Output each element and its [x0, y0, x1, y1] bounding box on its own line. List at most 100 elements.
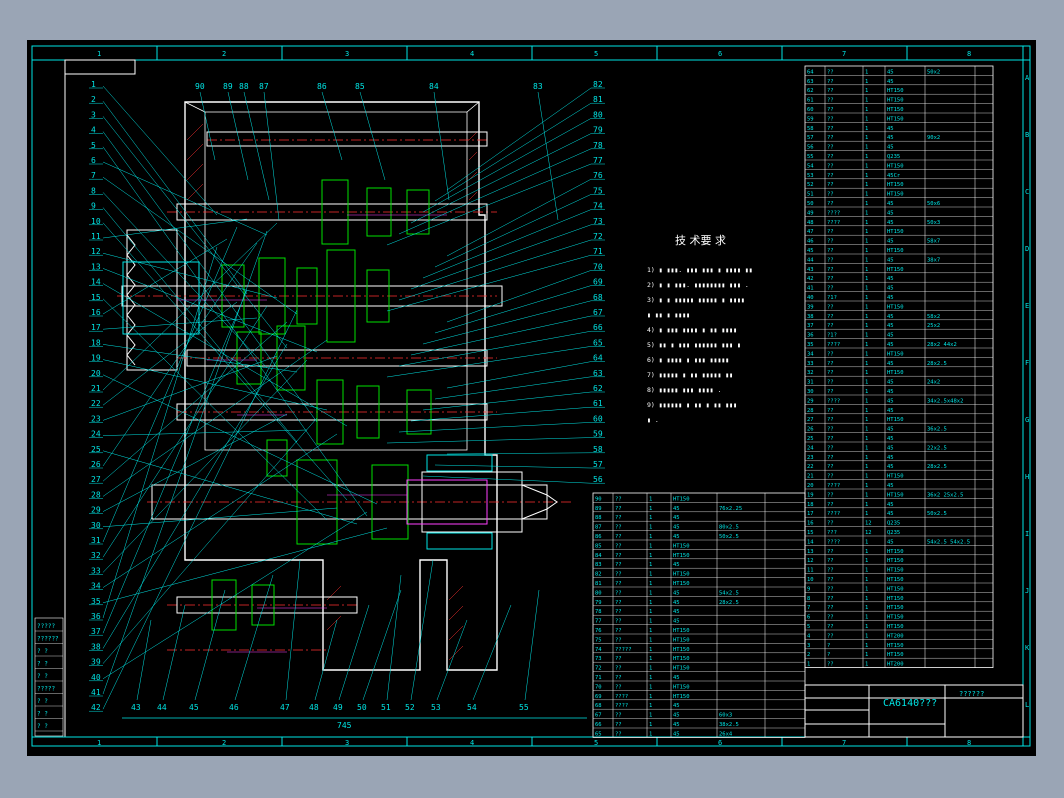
balloon-label: 15: [91, 293, 101, 302]
bom-cell-qty: 1: [649, 609, 652, 615]
bom-cell-note: 34x2.5x48x2: [927, 398, 963, 404]
bom-cell-qty: 1: [865, 69, 868, 75]
bom-cell-mat: HT150: [887, 267, 904, 273]
bom-cell-no: 41: [807, 286, 814, 292]
bom-cell-mat: HT150: [887, 98, 904, 104]
bom-cell-mat: HT150: [887, 116, 904, 122]
bom-cell-name: ????: [615, 703, 628, 709]
bom-cell-no: 58: [807, 126, 814, 132]
bom-cell-name: ??: [827, 107, 834, 113]
leader-line: [102, 218, 248, 239]
leader-line: [136, 619, 152, 701]
leader-line: [386, 574, 402, 701]
leader-line: [386, 254, 592, 312]
bom-cell-mat: HT150: [673, 694, 690, 700]
balloon-label: 58: [593, 445, 603, 454]
bom-cell-qty: 1: [649, 572, 652, 578]
bom-cell-qty: 1: [865, 79, 868, 85]
bom-cell-qty: 1: [649, 628, 652, 634]
left-revision-stamp: ??????????? ? ? ? ? ? ?????? ? ? ? ? ? ?: [34, 617, 64, 737]
bom-cell-qty: 1: [865, 380, 868, 386]
gears: [211, 179, 432, 631]
bom-cell-mat: 45: [887, 361, 894, 367]
bom-cell-no: 84: [595, 553, 602, 559]
leader-line: [434, 464, 592, 469]
leader-line: [446, 87, 592, 191]
bom-cell-qty: 1: [865, 427, 868, 433]
bom-cell-mat: 45: [887, 389, 894, 395]
zone-row-label: K: [1025, 644, 1030, 652]
balloon-label: 35: [91, 597, 101, 606]
balloon-label: 27: [91, 475, 101, 484]
balloon-label: 7: [91, 171, 96, 180]
bom-cell-mat: HT150: [887, 558, 904, 564]
bom-cell-no: 57: [807, 135, 814, 141]
bom-cell-name: ??: [827, 474, 834, 480]
bom-cell-name: ??: [827, 380, 834, 386]
balloon-label: 85: [355, 82, 365, 91]
bom-cell-name: ??: [827, 445, 834, 451]
bom-cell-note: 24x2: [927, 380, 940, 386]
bom-cell-no: 12: [807, 558, 814, 564]
balloon-label: 3: [91, 110, 96, 119]
bom-cell-no: 49: [807, 210, 814, 216]
zone-col-bottom: 1: [97, 739, 101, 747]
balloon-label: 4: [91, 126, 96, 135]
bom-cell-mat: HT150: [887, 643, 904, 649]
bom-cell-no: 71: [595, 675, 602, 681]
cad-viewport[interactable]: 1122334455667788 ABCDEFGHIJKL 745 1 2 3 …: [27, 40, 1036, 756]
bom-cell-no: 59: [807, 116, 814, 122]
zone-col-top: 1: [97, 50, 101, 58]
bom-cell-qty: 1: [649, 534, 652, 540]
leader-line: [102, 298, 328, 521]
bom-cell-no: 45: [807, 248, 814, 254]
bom-cell-no: 77: [595, 619, 602, 625]
bom-cell-no: 30: [807, 389, 814, 395]
leader-line: [359, 91, 386, 181]
bom-cell-qty: 1: [649, 666, 652, 672]
bom-cell-mat: HT150: [887, 370, 904, 376]
bom-cell-no: 8: [807, 596, 810, 602]
bom-cell-mat: HT150: [673, 496, 690, 502]
bom-cell-qty: 1: [865, 201, 868, 207]
leader-line: [434, 376, 592, 400]
bom-cell-mat: 45: [887, 257, 894, 263]
balloon-label: 24: [91, 430, 101, 439]
bom-cell-name: ??: [615, 731, 622, 737]
balloon-label: 76: [593, 171, 603, 180]
bom-cell-qty: 1: [649, 581, 652, 587]
balloon-label: 49: [333, 703, 343, 712]
balloon-label: 73: [593, 217, 603, 226]
stamp-text: ? ?: [37, 723, 48, 730]
balloon-label: 43: [131, 703, 141, 712]
leader-line: [386, 346, 592, 378]
bom-cell-no: 15: [807, 530, 814, 536]
bom-cell-name: ??: [615, 525, 622, 531]
bom-cell-name: ????: [827, 220, 840, 226]
bom-cell-no: 26: [807, 427, 814, 433]
bom-cell-qty: 1: [649, 694, 652, 700]
bom-cell-mat: 45: [887, 126, 894, 132]
bom-cell-name: ??: [827, 615, 834, 621]
bom-cell-name: ??: [827, 182, 834, 188]
balloon-label: 29: [91, 506, 101, 515]
bom-cell-no: 89: [595, 506, 602, 512]
bom-cell-name: ??: [827, 304, 834, 310]
bom-cell-note: 50x2.5: [927, 511, 947, 517]
bom-cell-qty: 1: [865, 163, 868, 169]
bom-cell-qty: 1: [649, 619, 652, 625]
bom-cell-mat: 45: [673, 562, 680, 568]
balloon-label: 54: [467, 703, 477, 712]
bom-cell-name: ??: [827, 436, 834, 442]
balloon-label: 81: [593, 95, 603, 104]
zone-row-label: F: [1025, 359, 1029, 367]
leader-line: [102, 359, 328, 411]
bom-cell-qty: 12: [865, 530, 872, 536]
leader-line: [398, 239, 592, 301]
bom-cell-name: ??: [827, 192, 834, 198]
tech-req-line: 2) ▮ ▮ ▮▮▮. ▮▮▮▮▮▮▮▮ ▮▮▮ .: [647, 281, 749, 289]
balloon-label: 61: [593, 399, 603, 408]
balloon-label: 70: [593, 262, 603, 271]
bom-cell-qty: 1: [865, 492, 868, 498]
bom-cell-mat: HT150: [673, 553, 690, 559]
